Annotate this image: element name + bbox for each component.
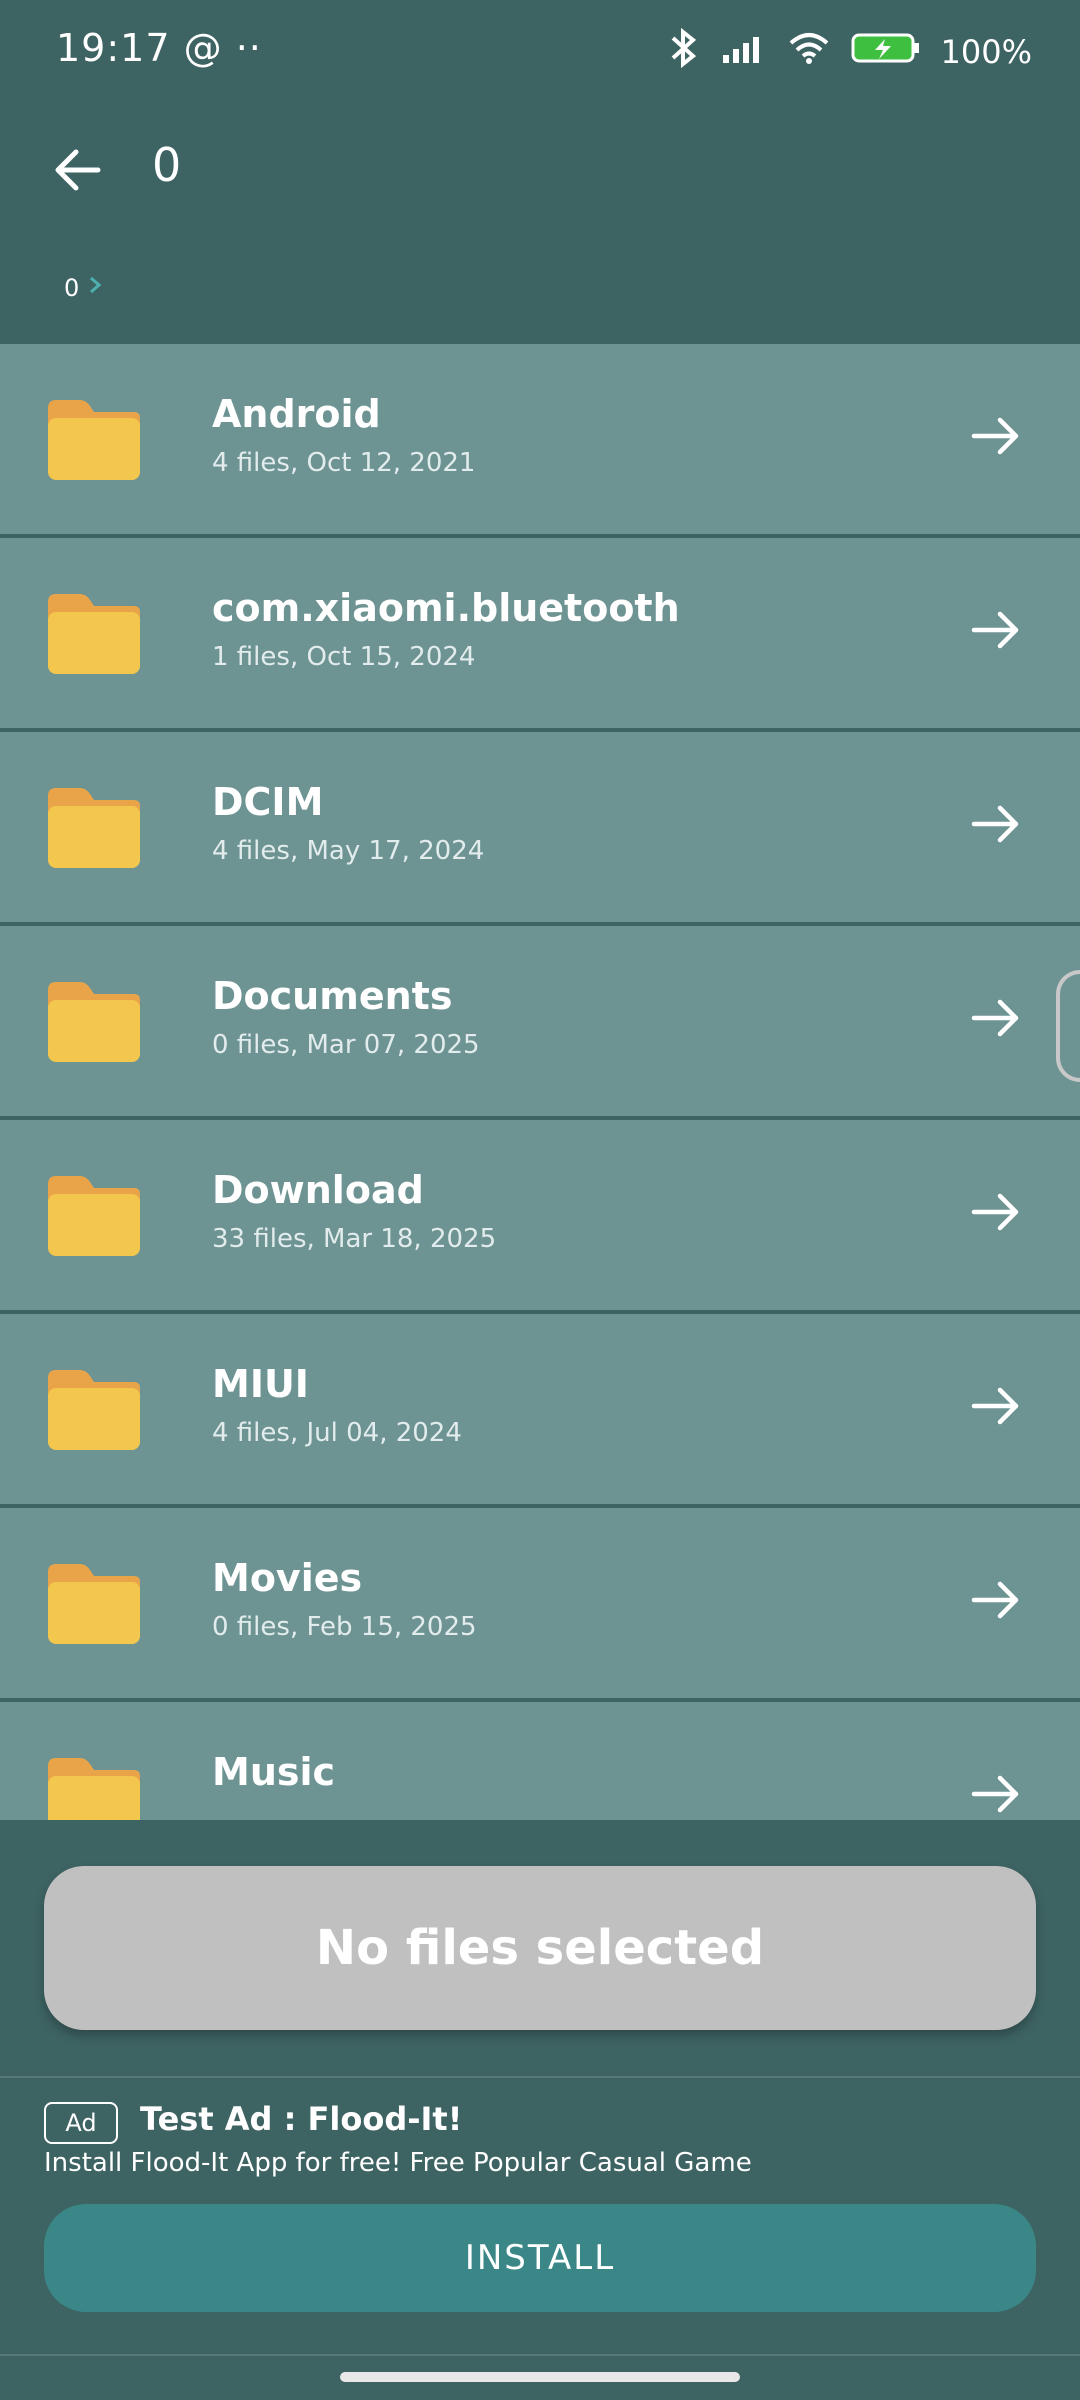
- folder-row[interactable]: Download 33 files, Mar 18, 2025: [0, 1120, 1080, 1310]
- folder-meta: 1 files, Oct 15, 2024: [212, 642, 476, 672]
- folder-meta: 33 files, Mar 18, 2025: [212, 1224, 497, 1254]
- install-button[interactable]: INSTALL: [44, 2204, 1036, 2312]
- back-arrow-icon[interactable]: [48, 140, 108, 200]
- folder-name: Movies: [212, 1556, 363, 1600]
- status-bar: 19:17 @ ·· 100%: [0, 0, 1080, 100]
- folder-list[interactable]: Android 4 files, Oct 12, 2021 com.xiaomi…: [0, 344, 1080, 1820]
- selection-button[interactable]: No files selected: [44, 1866, 1036, 2030]
- arrow-right-icon[interactable]: [968, 796, 1024, 852]
- folder-icon: [48, 788, 140, 868]
- folder-meta: 0 files, Feb 15, 2025: [212, 1612, 477, 1642]
- folder-icon: [48, 1758, 140, 1820]
- status-time: 19:17 @ ··: [56, 26, 262, 70]
- arrow-right-icon[interactable]: [968, 1184, 1024, 1240]
- folder-icon: [48, 1370, 140, 1450]
- ad-title[interactable]: Test Ad : Flood-It!: [140, 2100, 462, 2138]
- folder-meta: 4 files, Oct 12, 2021: [212, 448, 476, 478]
- arrow-right-icon[interactable]: [968, 408, 1024, 464]
- folder-meta: 4 files, Jul 04, 2024: [212, 1418, 462, 1448]
- bluetooth-icon: [667, 27, 701, 76]
- battery-icon: [851, 31, 921, 73]
- arrow-right-icon[interactable]: [968, 1378, 1024, 1434]
- folder-row[interactable]: Movies 0 files, Feb 15, 2025: [0, 1508, 1080, 1698]
- folder-row[interactable]: MIUI 4 files, Jul 04, 2024: [0, 1314, 1080, 1504]
- folder-meta: 4 files, May 17, 2024: [212, 836, 485, 866]
- status-icons: 100%: [667, 27, 1032, 76]
- folder-name: Documents: [212, 974, 453, 1018]
- folder-name: DCIM: [212, 780, 324, 824]
- folder-row[interactable]: Music: [0, 1702, 1080, 1820]
- folder-name: com.xiaomi.bluetooth: [212, 586, 680, 630]
- folder-icon: [48, 1564, 140, 1644]
- folder-icon: [48, 1176, 140, 1256]
- folder-icon: [48, 400, 140, 480]
- divider: [0, 2076, 1080, 2078]
- folder-name: Android: [212, 392, 381, 436]
- home-indicator[interactable]: [340, 2372, 740, 2382]
- folder-row[interactable]: com.xiaomi.bluetooth 1 files, Oct 15, 20…: [0, 538, 1080, 728]
- folder-icon: [48, 594, 140, 674]
- fast-scroll-handle[interactable]: [1056, 970, 1080, 1082]
- ad-description[interactable]: Install Flood-It App for free! Free Popu…: [44, 2148, 752, 2178]
- folder-row[interactable]: Android 4 files, Oct 12, 2021: [0, 344, 1080, 534]
- battery-percent: 100%: [940, 33, 1032, 71]
- wifi-icon: [787, 31, 831, 73]
- signal-icon: [721, 31, 767, 73]
- folder-name: Music: [212, 1750, 336, 1794]
- folder-row[interactable]: DCIM 4 files, May 17, 2024: [0, 732, 1080, 922]
- folder-name: Download: [212, 1168, 424, 1212]
- arrow-right-icon[interactable]: [968, 1572, 1024, 1628]
- arrow-right-icon[interactable]: [968, 602, 1024, 658]
- arrow-right-icon[interactable]: [968, 990, 1024, 1046]
- folder-icon: [48, 982, 140, 1062]
- breadcrumb[interactable]: 0: [64, 274, 103, 302]
- arrow-right-icon[interactable]: [968, 1766, 1024, 1820]
- folder-name: MIUI: [212, 1362, 309, 1406]
- ad-badge: Ad: [44, 2102, 118, 2144]
- folder-row[interactable]: Documents 0 files, Mar 07, 2025: [0, 926, 1080, 1116]
- page-title: 0: [152, 138, 182, 192]
- divider: [0, 2354, 1080, 2356]
- app-bar: [0, 100, 1080, 340]
- folder-meta: 0 files, Mar 07, 2025: [212, 1030, 480, 1060]
- chevron-right-icon: [87, 274, 103, 302]
- breadcrumb-item[interactable]: 0: [64, 274, 79, 302]
